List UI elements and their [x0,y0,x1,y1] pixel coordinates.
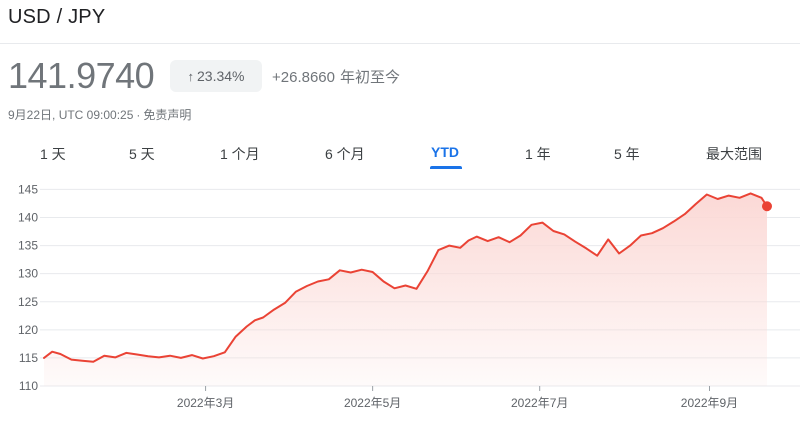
change-period-label: 年初至今 [339,69,400,86]
tab-6-month[interactable]: 6 个月 [325,144,365,164]
x-tick-label: 2022年7月 [511,396,568,410]
timestamp-line: 9月22日, UTC 09:00:25 · 免责声明 [8,106,191,123]
timestamp: 9月22日, UTC 09:00:25 [8,108,134,122]
active-tab-indicator [430,166,462,169]
tab-5-day[interactable]: 5 天 [129,144,155,164]
current-price: 141.9740 [8,55,155,96]
x-tick-label: 2022年3月 [177,396,234,410]
y-tick-label: 130 [18,267,38,281]
header-divider [0,43,800,44]
tab-ytd[interactable]: YTD [431,144,459,160]
tab-5-year[interactable]: 5 年 [614,144,640,164]
time-range-tabs: 1 天 5 天 1 个月 6 个月 YTD 1 年 5 年 最大范围 [0,140,800,170]
y-tick-label: 115 [19,351,38,365]
x-tick-label: 2022年9月 [681,396,738,410]
y-tick-label: 110 [19,379,38,393]
tab-max-range[interactable]: 最大范围 [706,144,762,164]
price-chart[interactable]: 110 115 120 125 130 135 140 145 2022年3月 2022年5月 20… [0,176,800,431]
y-tick-label: 140 [18,211,38,225]
absolute-change: +26.8660 年初至今 [272,66,400,87]
y-tick-label: 145 [18,182,38,196]
arrow-up-icon: ↑ [187,68,195,84]
currency-pair-title: USD / JPY [8,6,106,28]
y-tick-label: 125 [18,295,38,309]
disclaimer-link[interactable]: 免责声明 [143,108,191,122]
current-price-marker [762,201,772,212]
x-tick-label: 2022年5月 [344,396,401,410]
absolute-change-value: +26.8660 [272,69,335,86]
tab-1-month[interactable]: 1 个月 [220,144,260,164]
percent-change-badge: ↑ 23.34% [170,60,262,92]
tab-1-year[interactable]: 1 年 [525,144,551,164]
y-tick-label: 120 [18,323,38,337]
percent-change-value: 23.34% [197,68,245,84]
finance-widget: USD / JPY 141.9740 ↑ 23.34% +26.8660 年初至今… [0,0,800,431]
separator: · [136,108,141,122]
tab-1-day[interactable]: 1 天 [40,144,66,164]
y-tick-label: 135 [18,239,38,253]
